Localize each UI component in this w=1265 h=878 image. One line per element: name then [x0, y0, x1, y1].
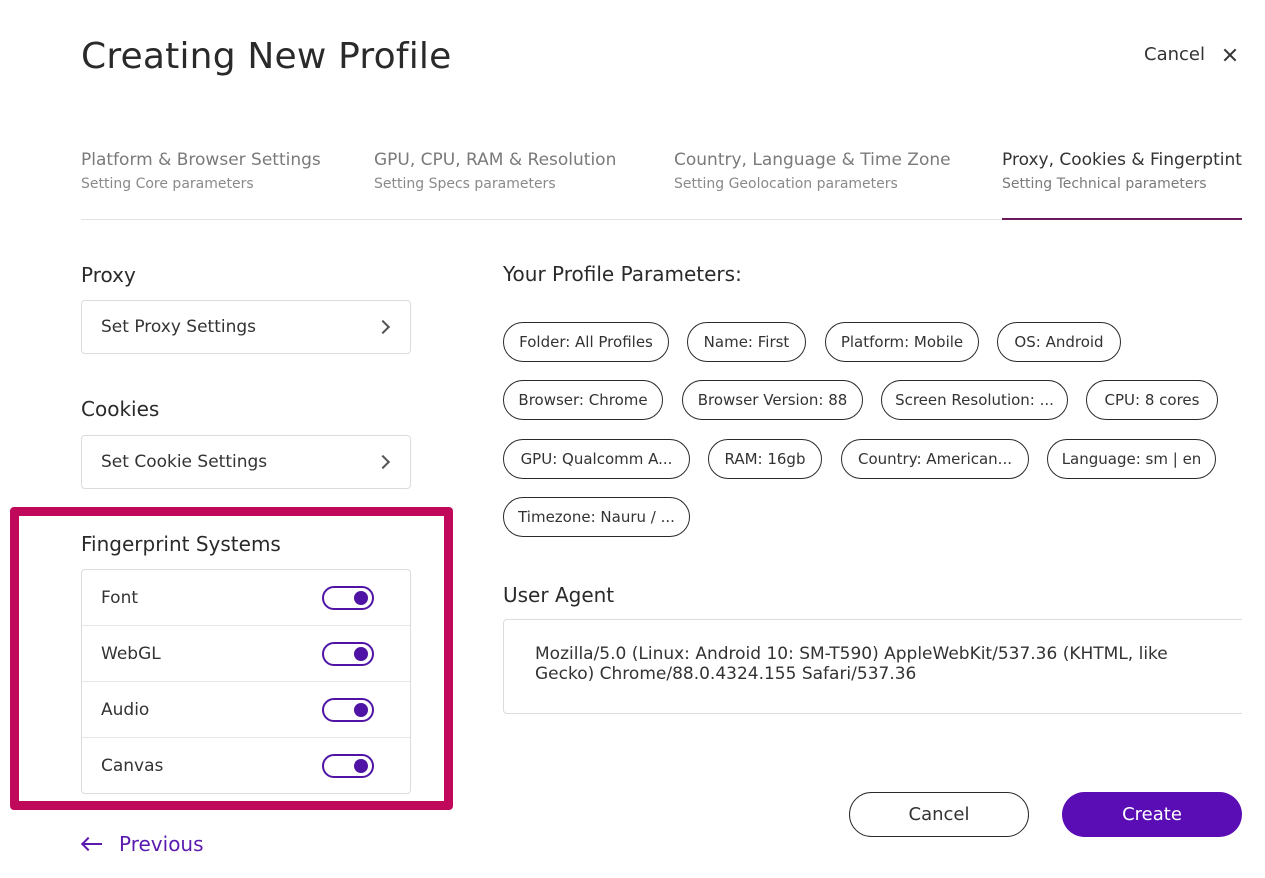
font-toggle[interactable] — [322, 585, 374, 610]
chevron-right-icon — [375, 319, 391, 335]
set-proxy-settings-label: Set Proxy Settings — [101, 317, 257, 337]
set-cookie-settings-label: Set Cookie Settings — [101, 452, 268, 472]
fingerprint-label: WebGL — [101, 643, 161, 664]
fingerprint-row-canvas: Canvas — [82, 738, 410, 794]
tab-gpu-cpu-ram[interactable]: GPU, CPU, RAM & Resolution Setting Specs… — [374, 150, 649, 220]
tab-title: Country, Language & Time Zone — [674, 150, 951, 170]
cookies-section-title: Cookies — [81, 397, 160, 421]
proxy-section-title: Proxy — [81, 263, 136, 287]
param-chip: GPU: Qualcomm A... — [503, 439, 690, 479]
tab-country-language[interactable]: Country, Language & Time Zone Setting Ge… — [674, 150, 979, 220]
param-chip: Browser: Chrome — [503, 380, 663, 420]
webgl-toggle[interactable] — [322, 641, 374, 666]
audio-toggle[interactable] — [322, 697, 374, 722]
tab-subtitle: Setting Core parameters — [81, 176, 254, 192]
param-chip: Country: American... — [841, 439, 1029, 479]
toggle-knob — [354, 702, 368, 717]
arrow-left-icon — [81, 837, 103, 851]
page-title: Creating New Profile — [81, 36, 452, 77]
param-chip: Browser Version: 88 — [682, 380, 863, 420]
chevron-right-icon — [375, 454, 391, 470]
toggle-knob — [354, 590, 368, 605]
tab-title: GPU, CPU, RAM & Resolution — [374, 150, 617, 170]
header-cancel-button[interactable]: Cancel — [1144, 44, 1239, 65]
param-chip: Language: sm | en — [1047, 439, 1216, 479]
tab-subtitle: Setting Geolocation parameters — [674, 176, 898, 192]
fingerprint-label: Canvas — [101, 756, 164, 776]
profile-params-title: Your Profile Parameters: — [503, 262, 742, 286]
param-chip: Folder: All Profiles — [503, 322, 669, 362]
toggle-knob — [354, 759, 368, 773]
tab-proxy-cookies-fingerprint[interactable]: Proxy, Cookies & Fingerptint Setting Tec… — [1002, 150, 1242, 220]
create-button[interactable]: Create — [1062, 792, 1242, 837]
fingerprint-row-webgl: WebGL — [82, 626, 410, 682]
tab-subtitle: Setting Technical parameters — [1002, 176, 1207, 192]
param-chip: RAM: 16gb — [708, 439, 822, 479]
param-chip: OS: Android — [997, 322, 1121, 362]
previous-label: Previous — [119, 832, 204, 856]
canvas-toggle[interactable] — [322, 754, 374, 778]
param-chip: Screen Resolution: ... — [881, 380, 1068, 420]
cancel-button[interactable]: Cancel — [849, 792, 1029, 837]
tab-title: Proxy, Cookies & Fingerptint — [1002, 150, 1242, 170]
set-proxy-settings-button[interactable]: Set Proxy Settings — [81, 300, 411, 354]
fingerprint-row-audio: Audio — [82, 682, 410, 738]
param-chip: Platform: Mobile — [825, 322, 979, 362]
user-agent-textarea[interactable]: Mozilla/5.0 (Linux: Android 10: SM-T590)… — [503, 619, 1242, 714]
fingerprint-label: Font — [101, 587, 139, 608]
param-chip: Timezone: Nauru / ... — [503, 497, 690, 537]
tab-title: Platform & Browser Settings — [81, 150, 321, 170]
tab-subtitle: Setting Specs parameters — [374, 176, 556, 192]
fingerprint-label: Audio — [101, 699, 150, 720]
param-chip: Name: First — [687, 322, 806, 362]
set-cookie-settings-button[interactable]: Set Cookie Settings — [81, 435, 411, 489]
fingerprint-list: Font WebGL Audio Canvas — [81, 569, 411, 794]
step-tabs: Platform & Browser Settings Setting Core… — [81, 150, 1242, 220]
tab-platform-browser[interactable]: Platform & Browser Settings Setting Core… — [81, 150, 351, 220]
user-agent-title: User Agent — [503, 583, 615, 607]
previous-button[interactable]: Previous — [81, 832, 204, 856]
header-cancel-label: Cancel — [1144, 44, 1205, 65]
fingerprint-row-font: Font — [82, 570, 410, 626]
toggle-knob — [354, 646, 368, 661]
fingerprint-section-title: Fingerprint Systems — [81, 532, 281, 556]
param-chip: CPU: 8 cores — [1086, 380, 1218, 420]
close-icon[interactable] — [1221, 46, 1239, 64]
